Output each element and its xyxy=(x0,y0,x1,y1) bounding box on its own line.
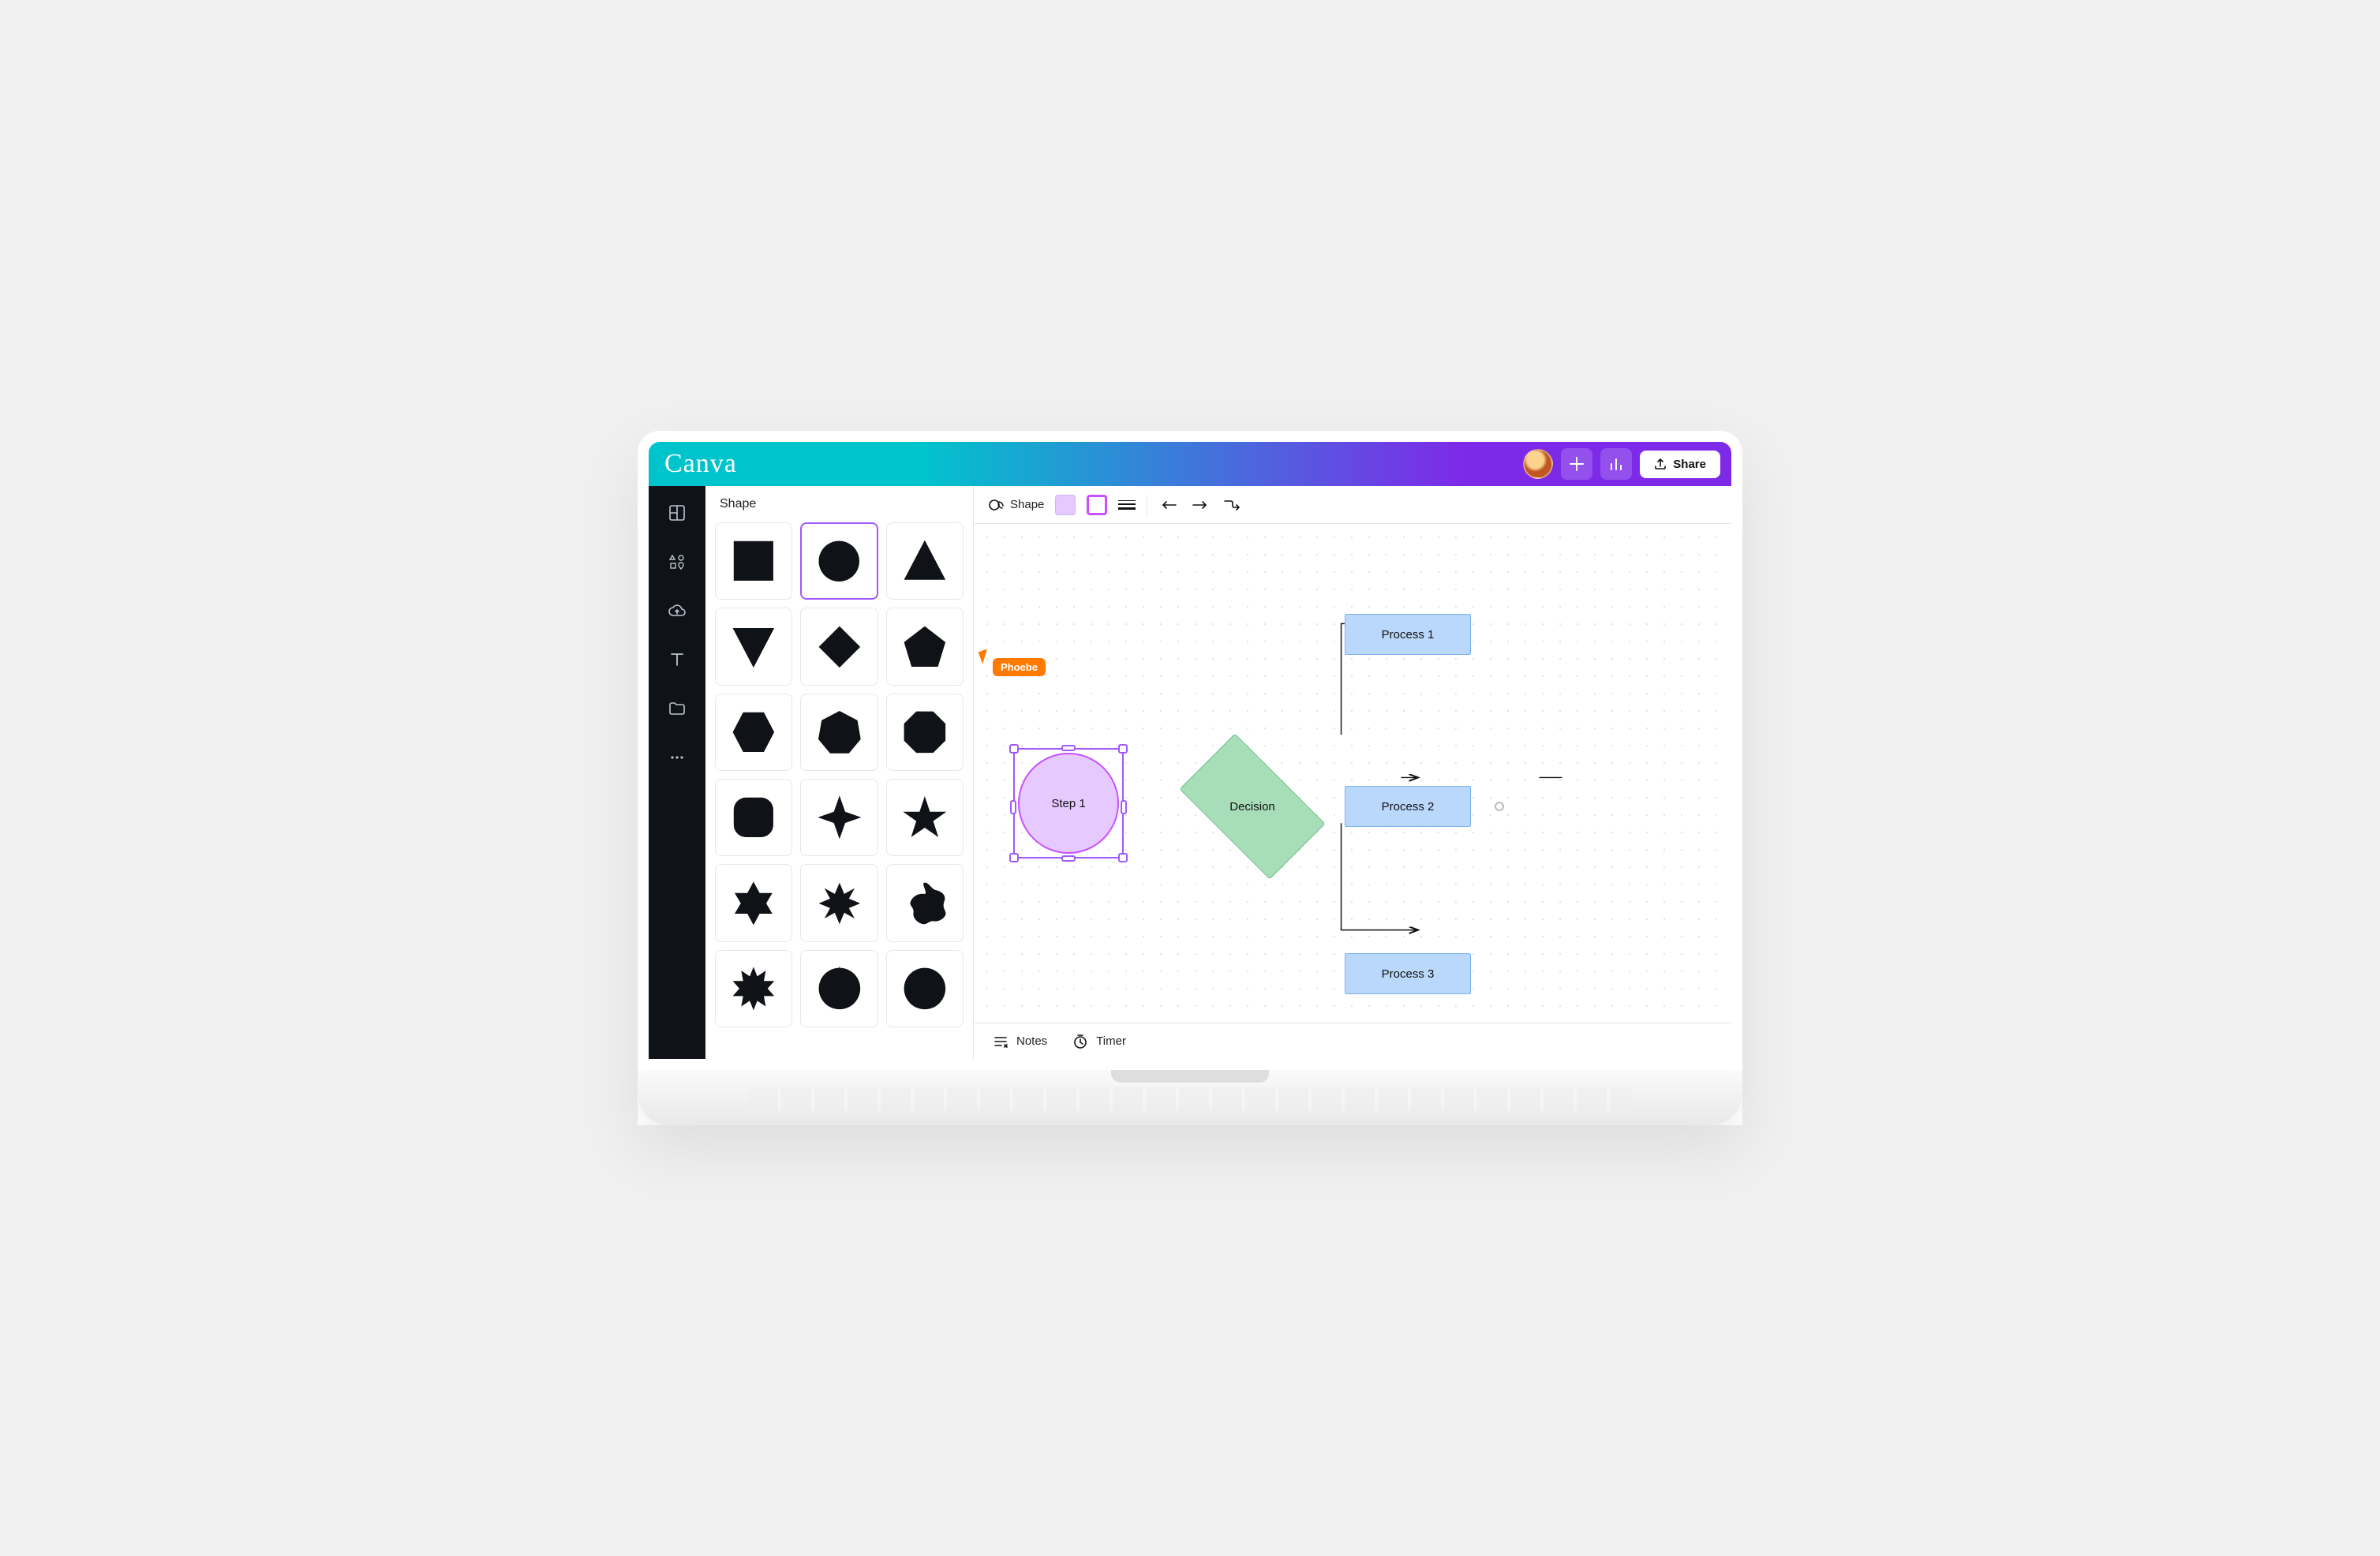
nav-elements[interactable] xyxy=(666,551,688,573)
shapes-icon xyxy=(668,552,687,571)
shape-burst-20[interactable] xyxy=(886,950,964,1027)
shape-hexagon[interactable] xyxy=(715,694,792,771)
line-start-none[interactable] xyxy=(1158,495,1179,515)
process2-label: Process 2 xyxy=(1382,800,1435,814)
selection-box xyxy=(1013,748,1124,858)
arrow-left-icon xyxy=(1160,500,1177,510)
share-button[interactable]: Share xyxy=(1640,451,1720,478)
resize-handle-w[interactable] xyxy=(1010,800,1016,814)
shape-triangle-down[interactable] xyxy=(715,608,792,685)
workspace: Shape Shape Pho xyxy=(649,486,1731,1059)
laptop-frame: Canva Share Shape xyxy=(638,431,1742,1125)
plus-icon xyxy=(1570,457,1584,471)
resize-handle-e[interactable] xyxy=(1121,800,1127,814)
decision-node[interactable]: Decision xyxy=(1188,756,1316,857)
text-icon xyxy=(668,650,687,669)
shape-tool-button[interactable]: Shape xyxy=(988,497,1044,513)
shape-rounded-octagon[interactable] xyxy=(715,779,792,856)
user-avatar[interactable] xyxy=(1523,449,1553,479)
nav-uploads[interactable] xyxy=(666,600,688,622)
shape-tool-label: Shape xyxy=(1010,498,1044,511)
layout-icon xyxy=(668,503,687,522)
line-type-elbow[interactable] xyxy=(1222,495,1242,515)
shape-grid xyxy=(705,522,973,1037)
connector-endpoint-handle[interactable] xyxy=(1495,802,1504,811)
notes-button[interactable]: Notes xyxy=(993,1034,1047,1049)
cloud-upload-icon xyxy=(668,601,687,620)
app-screen: Canva Share Shape xyxy=(638,431,1742,1070)
shape-5-point-star[interactable] xyxy=(886,779,964,856)
line-end-arrow[interactable] xyxy=(1190,495,1211,515)
resize-handle-ne[interactable] xyxy=(1118,744,1128,754)
panel-title: Shape xyxy=(705,486,973,522)
add-button[interactable] xyxy=(1561,448,1592,480)
resize-handle-sw[interactable] xyxy=(1009,853,1019,862)
cursor-pointer-icon xyxy=(979,649,992,664)
canvas[interactable]: Phoebe Step 1 Decisi xyxy=(974,524,1731,1023)
process3-node[interactable]: Process 3 xyxy=(1345,953,1471,994)
upload-icon xyxy=(1654,458,1667,470)
collaborator-name-label: Phoebe xyxy=(993,658,1046,676)
shape-diamond[interactable] xyxy=(800,608,878,685)
notes-label: Notes xyxy=(1016,1034,1047,1048)
shape-panel: Shape xyxy=(705,486,974,1059)
resize-handle-nw[interactable] xyxy=(1009,744,1019,754)
nav-rail xyxy=(649,486,705,1059)
bar-chart-icon xyxy=(1609,457,1623,471)
share-label: Share xyxy=(1673,458,1706,471)
timer-icon xyxy=(1072,1034,1088,1049)
laptop-base xyxy=(638,1070,1742,1125)
collaborator-cursor: Phoebe xyxy=(980,650,1046,676)
shape-heptagon[interactable] xyxy=(800,694,878,771)
nav-templates[interactable] xyxy=(666,502,688,524)
timer-label: Timer xyxy=(1096,1034,1126,1048)
shape-burst-12[interactable] xyxy=(715,950,792,1027)
resize-handle-n[interactable] xyxy=(1061,745,1076,751)
shape-blob-star[interactable] xyxy=(886,864,964,941)
shape-square[interactable] xyxy=(715,522,792,600)
shape-triangle[interactable] xyxy=(886,522,964,600)
shape-burst-16[interactable] xyxy=(800,950,878,1027)
border-color-swatch[interactable] xyxy=(1087,495,1107,515)
shape-6-point-star[interactable] xyxy=(715,864,792,941)
brand-logo[interactable]: Canva xyxy=(664,449,737,479)
step1-node[interactable]: Step 1 xyxy=(1018,753,1119,854)
decision-label: Decision xyxy=(1229,800,1275,814)
shape-circle[interactable] xyxy=(800,522,878,600)
line-weight-button[interactable] xyxy=(1118,500,1136,510)
dots-icon xyxy=(668,748,687,767)
shape-4-point-star[interactable] xyxy=(800,779,878,856)
nav-projects[interactable] xyxy=(666,698,688,720)
canvas-area: Shape Phoebe xyxy=(974,486,1731,1059)
resize-handle-s[interactable] xyxy=(1061,855,1076,862)
folder-icon xyxy=(668,699,687,718)
canvas-footer: Notes Timer xyxy=(974,1023,1731,1059)
timer-button[interactable]: Timer xyxy=(1072,1034,1126,1049)
shape-pentagon[interactable] xyxy=(886,608,964,685)
arrow-right-icon xyxy=(1192,500,1209,510)
context-toolbar: Shape xyxy=(974,486,1731,524)
fill-color-swatch[interactable] xyxy=(1055,495,1076,515)
process1-label: Process 1 xyxy=(1382,628,1435,641)
resize-handle-se[interactable] xyxy=(1118,853,1128,862)
nav-text[interactable] xyxy=(666,649,688,671)
elbow-connector-icon xyxy=(1223,499,1241,511)
nav-more[interactable] xyxy=(666,746,688,769)
analytics-button[interactable] xyxy=(1600,448,1632,480)
shape-octagon[interactable] xyxy=(886,694,964,771)
top-bar: Canva Share xyxy=(649,442,1731,486)
notes-icon xyxy=(993,1034,1009,1049)
process1-node[interactable]: Process 1 xyxy=(1345,614,1471,655)
shape-8-point-star[interactable] xyxy=(800,864,878,941)
process3-label: Process 3 xyxy=(1382,967,1435,981)
circle-swap-icon xyxy=(988,497,1004,513)
process2-node[interactable]: Process 2 xyxy=(1345,786,1471,827)
